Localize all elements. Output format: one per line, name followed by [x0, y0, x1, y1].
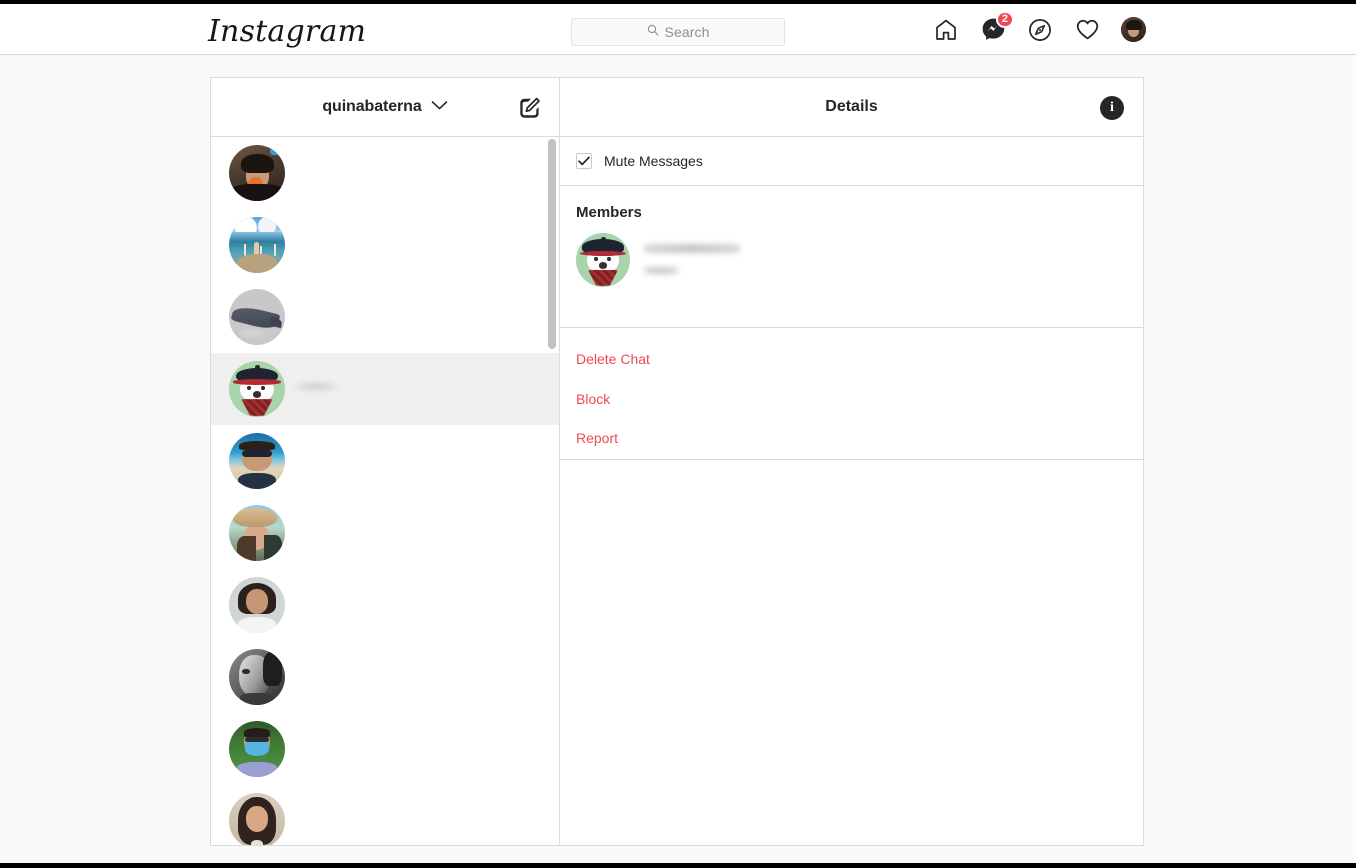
direct-messages-panel: quinabaterna Details i Mute Messages Mem…	[210, 77, 1144, 846]
thread-avatar	[229, 793, 285, 845]
member-username-redacted	[644, 244, 740, 253]
inbox-username: quinabaterna	[322, 98, 422, 115]
report-action[interactable]: Report	[560, 419, 1143, 459]
thread-avatar	[229, 361, 285, 417]
details-empty-area	[560, 460, 1143, 845]
browser-chrome-bottom	[0, 863, 1356, 868]
thread-avatar	[229, 145, 285, 201]
header-nav: 2	[933, 4, 1146, 55]
details-column: Details i Mute Messages Members Delete C…	[560, 78, 1143, 845]
thread-list[interactable]	[211, 137, 559, 845]
inbox-header: quinabaterna	[211, 78, 559, 137]
thread-text-redacted	[297, 159, 541, 187]
thread-row[interactable]	[211, 281, 559, 353]
chat-actions-section: Delete Chat Block Report	[560, 328, 1143, 460]
thread-text-redacted	[297, 663, 541, 691]
mute-messages-label: Mute Messages	[604, 153, 703, 169]
thread-avatar	[229, 649, 285, 705]
thread-text-redacted	[297, 735, 541, 763]
thread-avatar	[229, 577, 285, 633]
thread-row[interactable]	[211, 785, 559, 845]
members-heading: Members	[576, 204, 642, 221]
thread-avatar	[229, 721, 285, 777]
details-header: Details i	[560, 78, 1143, 137]
member-name-redacted	[644, 240, 794, 280]
browser-viewport: Instagram Search 2 quinabaterna Details …	[0, 0, 1356, 868]
search-input[interactable]: Search	[571, 18, 785, 46]
messenger-unread-badge: 2	[995, 10, 1014, 28]
thread-row[interactable]	[211, 209, 559, 281]
profile-avatar[interactable]	[1121, 17, 1146, 42]
info-icon-letter: i	[1110, 100, 1114, 115]
heart-icon[interactable]	[1074, 17, 1100, 43]
thread-avatar	[229, 217, 285, 273]
new-message-pencil-icon[interactable]	[517, 95, 543, 121]
page-title: Details	[825, 98, 878, 115]
search-icon	[647, 23, 659, 41]
inbox-column: quinabaterna	[211, 78, 560, 845]
thread-avatar	[229, 433, 285, 489]
thread-avatar	[229, 505, 285, 561]
thread-text-redacted	[297, 519, 541, 547]
block-action[interactable]: Block	[560, 380, 1143, 420]
thread-text-redacted	[297, 591, 541, 619]
thread-row[interactable]	[211, 497, 559, 569]
members-section: Members	[560, 186, 1143, 328]
thread-text-redacted	[297, 231, 541, 259]
home-icon[interactable]	[933, 17, 959, 43]
delete-chat-action[interactable]: Delete Chat	[560, 340, 1143, 380]
thread-row-selected[interactable]	[211, 353, 559, 425]
thread-row[interactable]	[211, 713, 559, 785]
thread-text-redacted	[297, 303, 541, 331]
mute-messages-row[interactable]: Mute Messages	[560, 137, 1143, 186]
search-placeholder: Search	[664, 24, 710, 40]
member-list-item[interactable]	[576, 233, 1127, 287]
compass-icon[interactable]	[1027, 17, 1053, 43]
thread-row[interactable]	[211, 137, 559, 209]
thread-text-redacted	[297, 375, 541, 403]
app-header: Instagram Search 2	[0, 4, 1356, 55]
inbox-account-switcher: quinabaterna	[211, 98, 559, 116]
member-fullname-redacted	[644, 267, 678, 274]
thread-list-scrollbar[interactable]	[547, 137, 558, 845]
thread-text-redacted	[297, 807, 541, 835]
checkmark-icon	[578, 156, 590, 166]
messenger-icon[interactable]: 2	[980, 10, 1014, 43]
thread-list-scrollbar-thumb[interactable]	[548, 139, 556, 349]
thread-text-redacted	[297, 447, 541, 475]
thread-row[interactable]	[211, 425, 559, 497]
thread-avatar	[229, 289, 285, 345]
chevron-down-icon[interactable]	[431, 98, 448, 116]
member-avatar	[576, 233, 630, 287]
thread-row[interactable]	[211, 641, 559, 713]
mute-messages-checkbox[interactable]	[576, 153, 592, 169]
info-circle-icon[interactable]: i	[1100, 96, 1124, 120]
thread-row[interactable]	[211, 569, 559, 641]
instagram-logo[interactable]: Instagram	[208, 14, 366, 49]
